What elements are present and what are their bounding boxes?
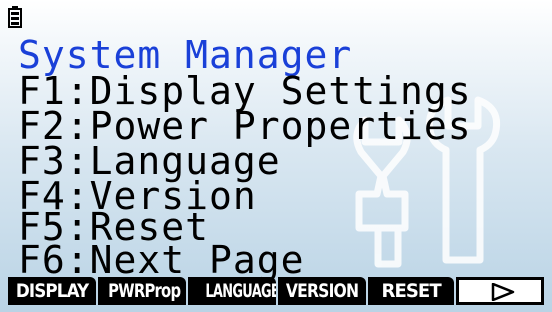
function-key-bar: DISPLAY PWRProp LANGUAGE VERSION RESET (8, 277, 544, 307)
fkey-display[interactable]: DISPLAY (8, 277, 96, 305)
fkey-version-label: VERSION (285, 280, 359, 302)
calculator-screen: System Manager F1:Display Settings F2:Po… (0, 0, 552, 312)
fkey-version[interactable]: VERSION (278, 277, 366, 305)
fkey-language[interactable]: LANGUAGE (188, 277, 276, 305)
fkey-pwrprop-label: PWRProp (108, 280, 181, 302)
fkey-language-label: LANGUAGE (205, 280, 276, 302)
fkey-reset[interactable]: RESET (368, 277, 454, 305)
fkey-reset-label: RESET (381, 280, 441, 302)
fkey-display-label: DISPLAY (15, 280, 89, 302)
fkey-pwrprop[interactable]: PWRProp (98, 277, 186, 305)
menu-item-next-page[interactable]: F6:Next Page (18, 241, 305, 279)
fkey-next-page[interactable] (456, 277, 544, 305)
play-triangle-icon (491, 283, 515, 301)
battery-icon (8, 6, 22, 28)
